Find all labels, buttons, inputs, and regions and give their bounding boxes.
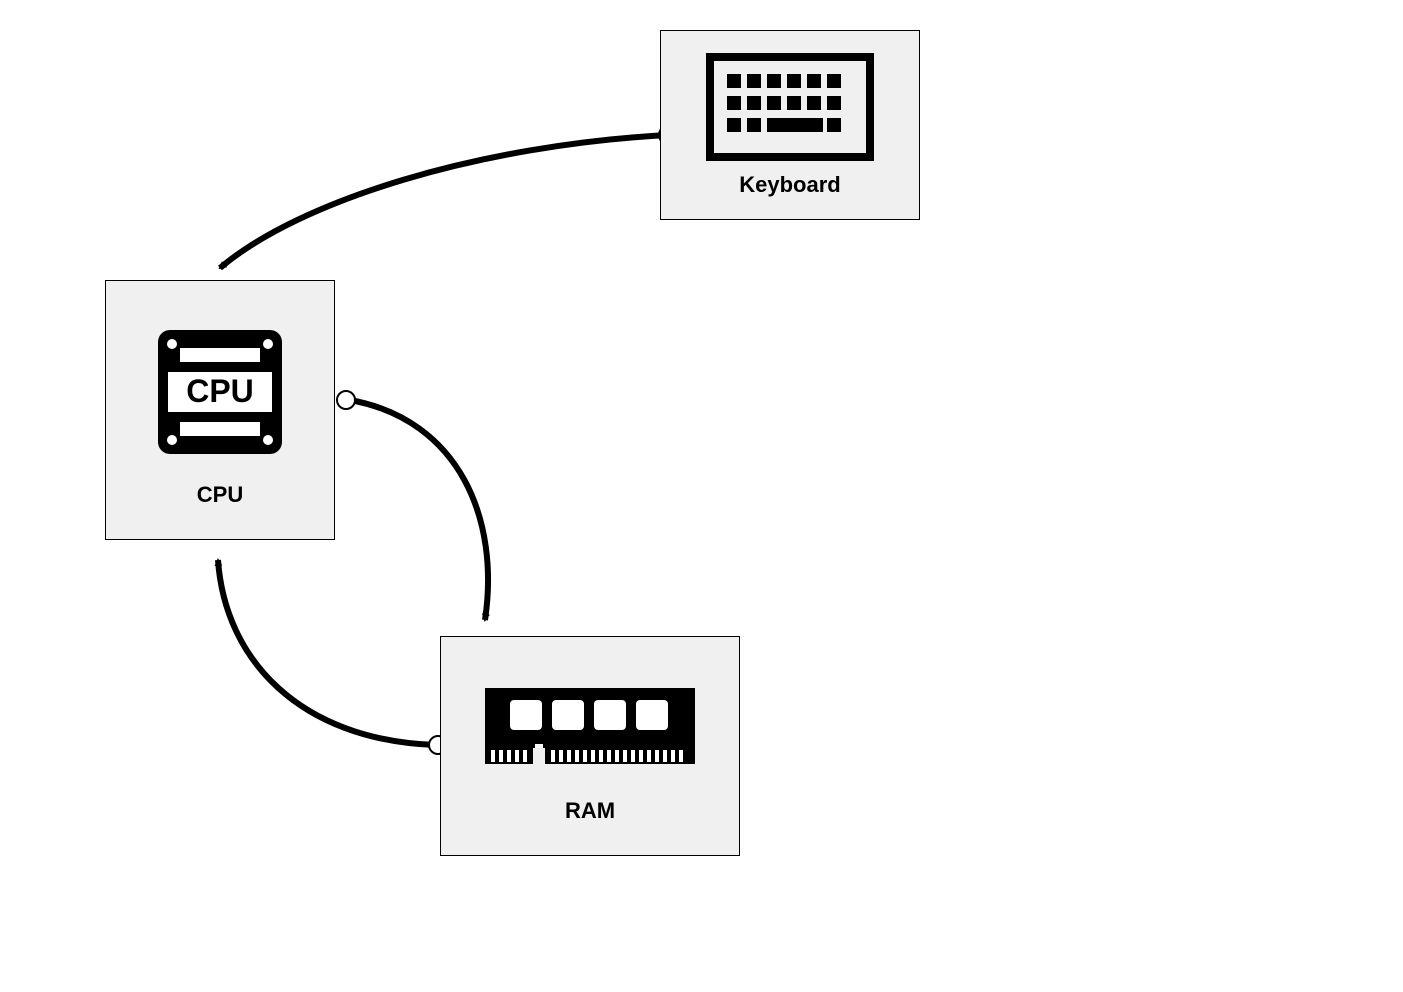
edge-keyboard-to-cpu: [220, 126, 677, 268]
node-cpu-label: CPU: [197, 482, 243, 508]
svg-text:CPU: CPU: [186, 373, 254, 409]
node-cpu[interactable]: CPU CPU: [105, 280, 335, 540]
node-keyboard-label: Keyboard: [739, 172, 840, 198]
ram-icon: [475, 668, 705, 788]
cpu-icon: CPU: [140, 312, 300, 472]
edge-cpu-to-ram: [337, 391, 488, 620]
node-ram-label: RAM: [565, 798, 615, 824]
node-ram[interactable]: RAM: [440, 636, 740, 856]
edge-ram-to-cpu: [218, 560, 447, 754]
node-keyboard[interactable]: Keyboard: [660, 30, 920, 220]
keyboard-icon: [705, 52, 875, 162]
